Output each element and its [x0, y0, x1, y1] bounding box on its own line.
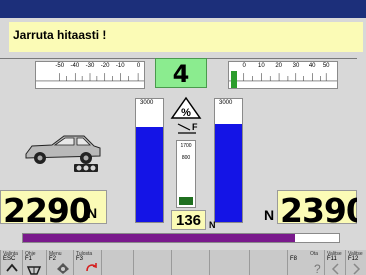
f12-key[interactable]: Valitse F12: [345, 250, 366, 275]
scale-label: -30: [85, 63, 95, 69]
f2-key[interactable]: Menu F2: [46, 250, 73, 275]
axle-number: 4: [172, 60, 190, 88]
scale-label: 0: [242, 63, 246, 69]
f8-key[interactable]: Ota F8 ?: [287, 250, 324, 275]
fkey-label: F8: [290, 256, 298, 262]
left-scale-labels: -50 -40 -30 -20 -10 0: [36, 63, 144, 73]
f11-key[interactable]: Valitse F11: [324, 250, 345, 275]
left-scale: -50 -40 -30 -20 -10 0: [35, 61, 145, 89]
empty-key[interactable]: [249, 250, 287, 275]
tube-mid-label: 800: [181, 155, 191, 161]
message-text: Jarruta hitaasti !: [13, 28, 107, 42]
next-icon: [353, 263, 361, 275]
right-force-unit: N: [264, 207, 275, 223]
center-force-display: 136: [171, 210, 206, 230]
prev-icon: [331, 263, 339, 275]
right-force-value: 2390: [280, 191, 366, 230]
test-progress-bar: [22, 233, 340, 243]
scale-label: -40: [70, 63, 80, 69]
right-scale-labels: 0 10 20 30 40 50: [229, 63, 337, 73]
center-force-unit: N: [209, 220, 216, 230]
difference-percent-icon: % F: [170, 96, 202, 134]
progress-fill: [23, 234, 295, 242]
left-brake-force-bar: 3000: [135, 98, 164, 223]
center-force-value: 136: [175, 212, 202, 229]
fkey-label: F3: [76, 256, 84, 262]
axle-number-display: 4: [155, 58, 207, 88]
scale-label: -10: [115, 63, 125, 69]
bar-max-label: 3000: [140, 100, 154, 106]
left-scale-ticks: [36, 73, 144, 82]
f1-key[interactable]: Ohje F1: [22, 250, 46, 275]
right-scale-ticks: [229, 73, 337, 82]
left-force-display: 2290 N: [0, 190, 107, 230]
svg-text:?: ?: [314, 262, 321, 275]
left-force-unit: N: [87, 205, 98, 221]
scale-label: 40: [308, 63, 316, 69]
fkey-caption: Ota: [310, 251, 319, 257]
empty-key[interactable]: [101, 250, 133, 275]
right-slip-indicator: [231, 71, 237, 88]
car-icon: [25, 135, 101, 172]
scale-label: 10: [258, 63, 265, 69]
scale-label: 0: [136, 63, 141, 69]
home-icon: [6, 263, 18, 272]
scale-label: 50: [322, 63, 330, 69]
scale-label: -20: [100, 63, 110, 69]
empty-key[interactable]: [171, 250, 209, 275]
gear-icon: [57, 263, 69, 274]
message-banner: Jarruta hitaasti !: [9, 22, 363, 52]
scale-label: 30: [292, 63, 300, 69]
empty-key[interactable]: [209, 250, 249, 275]
right-scale: 0 10 20 30 40 50: [228, 61, 338, 89]
scale-label: -50: [55, 63, 65, 69]
svg-text:F: F: [192, 122, 198, 132]
tube-fill: [179, 197, 193, 205]
bar-max-label: 3000: [219, 100, 233, 106]
ovality-tube: 1700 800: [176, 140, 196, 208]
scale-label: 20: [275, 63, 283, 69]
right-force-display: 2390: [277, 190, 366, 230]
bar-fill: [215, 123, 242, 222]
lift-icon: [26, 266, 42, 275]
top-frame: [0, 0, 366, 18]
tube-top-label: 1700: [180, 143, 192, 149]
right-brake-force-bar: 3000: [214, 98, 243, 223]
empty-key[interactable]: [133, 250, 171, 275]
left-force-value: 2290: [3, 191, 92, 230]
f3-key[interactable]: Tulosta F3: [73, 250, 101, 275]
right-strip: [357, 58, 366, 250]
bar-fill: [136, 127, 163, 222]
esc-key[interactable]: Valinta ESC: [0, 250, 22, 275]
brake-test-screen: Jarruta hitaasti ! -50 -40 -30 -20 -10 0…: [0, 0, 366, 275]
function-key-bar: Valinta ESC Ohje F1 Menu F2 Tulosta F3 O…: [0, 250, 366, 275]
arrows-icon: [86, 263, 97, 272]
svg-text:%: %: [181, 107, 191, 119]
